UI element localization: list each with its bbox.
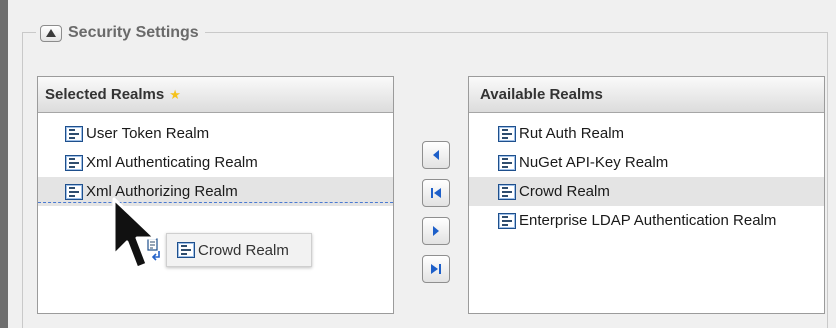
available-realms-title: Available Realms (480, 86, 603, 103)
list-item-label: Crowd Realm (519, 183, 610, 200)
move-all-left-button[interactable] (422, 179, 450, 207)
selected-realms-list[interactable]: User Token Realm Xml Authenticating Real… (38, 113, 393, 206)
list-item-label: Enterprise LDAP Authentication Realm (519, 212, 777, 229)
list-item[interactable]: Rut Auth Realm (469, 119, 824, 148)
realm-icon (65, 125, 83, 142)
section-legend: Security Settings (36, 21, 205, 45)
list-item-label: User Token Realm (86, 125, 210, 142)
move-buttons (422, 141, 450, 293)
realm-icon (177, 242, 195, 258)
available-realms-list[interactable]: Rut Auth Realm NuGet API-Key Realm Crowd… (469, 113, 824, 235)
move-all-right-button[interactable] (422, 255, 450, 283)
realm-icon (498, 125, 516, 142)
list-item-label: Xml Authorizing Realm (86, 183, 238, 200)
list-item[interactable]: Xml Authenticating Realm (38, 148, 393, 177)
realm-icon (498, 183, 516, 200)
selected-realms-panel: Selected Realms ★ User Token Realm Xml A… (37, 76, 394, 314)
collapse-button[interactable] (40, 24, 62, 42)
move-all-right-icon (431, 264, 441, 274)
realm-icon (65, 154, 83, 171)
mouse-pointer-icon (112, 197, 157, 270)
move-left-button[interactable] (422, 141, 450, 169)
realm-icon (498, 212, 516, 229)
move-right-icon (433, 226, 439, 236)
triangle-up-icon (46, 29, 56, 37)
page: Security Settings Selected Realms ★ User… (8, 0, 836, 328)
list-item[interactable]: NuGet API-Key Realm (469, 148, 824, 177)
drop-indicator (38, 202, 393, 203)
available-realms-header: Available Realms (469, 77, 824, 113)
move-all-left-icon (431, 188, 441, 198)
list-item-label: NuGet API-Key Realm (519, 154, 669, 171)
list-item[interactable]: Crowd Realm (469, 177, 824, 206)
star-icon: ★ (169, 86, 181, 102)
selected-realms-header: Selected Realms ★ (38, 77, 393, 113)
available-realms-panel: Available Realms Rut Auth Realm NuGet AP… (468, 76, 825, 314)
list-item[interactable]: Enterprise LDAP Authentication Realm (469, 206, 824, 235)
list-item-label: Rut Auth Realm (519, 125, 625, 142)
section-title: Security Settings (68, 24, 199, 41)
realm-icon (498, 154, 516, 171)
move-right-button[interactable] (422, 217, 450, 245)
list-item-label: Xml Authenticating Realm (86, 154, 258, 171)
move-left-icon (433, 150, 439, 160)
selected-realms-title: Selected Realms (45, 86, 165, 103)
drag-ghost-label: Crowd Realm (198, 241, 289, 259)
drag-ghost: Crowd Realm (166, 233, 312, 267)
list-item[interactable]: User Token Realm (38, 119, 393, 148)
realm-icon (65, 183, 83, 200)
